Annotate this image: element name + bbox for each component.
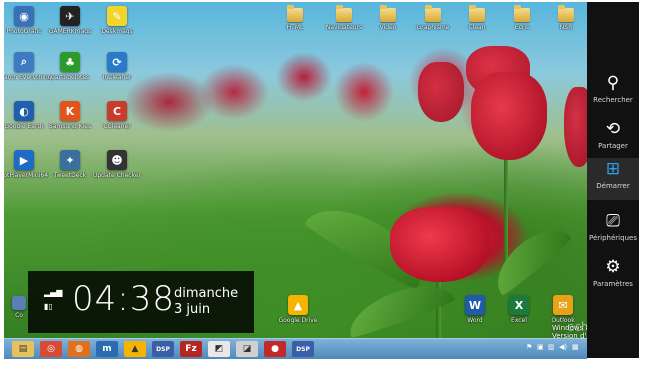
taskbar-dsp-button[interactable]: DSP xyxy=(152,341,174,357)
charm-windows[interactable]: ⊞ Démarrer xyxy=(587,158,639,200)
devices-icon: ⎚ xyxy=(606,211,620,231)
icon-label: InCleaner xyxy=(102,74,132,81)
taskbar-app-record-button[interactable]: ● xyxy=(264,341,286,357)
app-icon: ⌕ xyxy=(14,52,34,72)
tray-show-desktop-icon[interactable]: ▦ xyxy=(572,343,579,351)
desktop-icon[interactable]: ▲ Google Drive xyxy=(269,295,327,324)
share-icon: ⟲ xyxy=(605,119,621,139)
clock-overlay: ▂▄▆ ▮▯ 04:38 dimanche 3 juin xyxy=(28,271,254,333)
folder-icon xyxy=(336,5,352,22)
taskbar-google-drive-button[interactable]: ▲ xyxy=(124,341,146,357)
charm-label: Périphériques xyxy=(589,234,637,242)
folder-icon xyxy=(469,5,485,22)
app-icon: K xyxy=(60,101,80,121)
desktop-icon[interactable]: ⟳ InCleaner xyxy=(88,52,146,81)
search-icon: ⚲ xyxy=(606,73,620,93)
icon-label: CCleaner xyxy=(103,123,131,130)
app-icon: ◉ xyxy=(14,6,34,26)
tulip xyxy=(390,207,490,282)
folder-icon xyxy=(425,5,441,22)
charm-search[interactable]: ⚲ Rechercher xyxy=(587,72,639,114)
tray-volume-icon[interactable]: ◀) xyxy=(559,343,567,351)
taskbar-filezilla-button[interactable]: Fz xyxy=(180,341,202,357)
signal-icon: ▂▄▆ xyxy=(44,288,63,297)
clock-time: 04:38 xyxy=(72,279,175,319)
charm-label: Paramètres xyxy=(593,280,633,288)
app-icon: ◐ xyxy=(14,101,34,121)
leaf xyxy=(484,216,574,298)
folder-icon xyxy=(287,5,303,22)
app-icon: C xyxy=(107,101,127,121)
tulip xyxy=(418,62,464,122)
taskbar-app-g-button[interactable]: ◪ xyxy=(236,341,258,357)
app-icon: ✎ xyxy=(107,6,127,26)
clock-day: dimanche xyxy=(174,286,239,301)
folder-icon xyxy=(514,5,530,22)
clock-date: 3 juin xyxy=(174,302,211,317)
tray-flag-icon[interactable]: ⚑ xyxy=(526,343,532,351)
desktop-icon[interactable]: ☻ Update Checker xyxy=(88,150,146,179)
app-icon: W xyxy=(465,295,485,315)
tulip xyxy=(471,72,547,160)
app-icon: X xyxy=(509,295,529,315)
app-icon: ✈ xyxy=(60,6,80,26)
app-icon: ☻ xyxy=(107,150,127,170)
app-icon: ✦ xyxy=(60,150,80,170)
battery-icon: ▮▯ xyxy=(44,302,53,311)
icon-label: Deskmags xyxy=(101,28,133,35)
charm-label: Partager xyxy=(598,142,628,150)
charm-share[interactable]: ⟲ Partager xyxy=(587,118,639,160)
icon-label: Update Checker xyxy=(92,172,142,179)
charm-label: Rechercher xyxy=(593,96,633,104)
app-icon: ♣ xyxy=(60,52,80,72)
desktop-icon[interactable]: C CCleaner xyxy=(88,101,146,130)
icon-label: Google Drive xyxy=(278,317,318,324)
tray-app-icon[interactable]: ▣ xyxy=(537,343,544,351)
charm-gear[interactable]: ⚙ Paramètres xyxy=(587,256,639,298)
app-icon: ⟳ xyxy=(107,52,127,72)
taskbar-file-explorer-button[interactable]: ▤ xyxy=(12,341,34,357)
charm-devices[interactable]: ⎚ Périphériques xyxy=(587,210,639,252)
taskbar-app-r-button[interactable]: ◩ xyxy=(208,341,230,357)
charms-bar: ⚲ Rechercher ⟲ Partager ⊞ Démarrer ⎚ Périphériq… xyxy=(587,2,639,358)
app-icon: ▲ xyxy=(288,295,308,315)
gear-icon: ⚙ xyxy=(605,257,621,277)
taskbar-chrome-button[interactable]: ◎ xyxy=(40,341,62,357)
taskbar-dsp2-button[interactable]: DSP xyxy=(292,341,314,357)
tray-network-icon[interactable]: ▥ xyxy=(548,343,555,351)
charm-label: Démarrer xyxy=(596,182,630,190)
taskbar-app-m-button[interactable]: m xyxy=(96,341,118,357)
taskbar: ⚑ ▣ ▥ ◀) ▦ ▤ ◎ ◍ m ▲ DSP Fz ◩ ◪ ● DSP xyxy=(4,338,587,359)
app-icon: ✉ xyxy=(553,295,573,315)
status-indicators: ▂▄▆ ▮▯ xyxy=(44,286,63,314)
folder-icon xyxy=(380,5,396,22)
desktop-icon[interactable]: ✎ Deskmags xyxy=(88,6,146,35)
app-icon: ▶ xyxy=(14,150,34,170)
folder-icon xyxy=(558,5,574,22)
taskbar-firefox-button[interactable]: ◍ xyxy=(68,341,90,357)
windows-icon: ⊞ xyxy=(605,159,621,179)
app-icon xyxy=(12,296,26,310)
tulip-stem xyxy=(504,152,508,272)
